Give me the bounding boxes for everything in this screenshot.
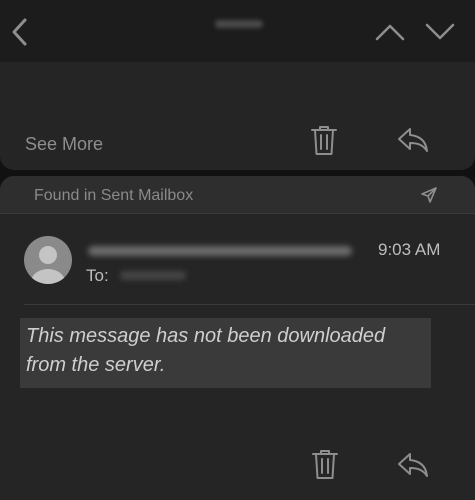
trash-icon[interactable] (310, 124, 338, 156)
redacted-recipient (120, 271, 186, 280)
paper-plane-icon (421, 187, 437, 203)
mailbox-label: Found in Sent Mailbox (34, 187, 194, 204)
redacted-sender (88, 246, 352, 256)
reply-icon[interactable] (396, 126, 430, 154)
to-label: To: (86, 266, 109, 285)
message-card: Found in Sent Mailbox To: 9:03 AM This m… (0, 176, 475, 500)
divider (24, 304, 475, 305)
redacted-title (215, 20, 263, 28)
avatar (24, 236, 72, 284)
previous-message-card: See More (0, 62, 475, 170)
see-more-button[interactable]: See More (25, 134, 103, 155)
person-icon (31, 246, 65, 284)
mailbox-header: Found in Sent Mailbox (0, 176, 475, 214)
message-text: This message has not been downloaded fro… (26, 325, 386, 376)
message-body[interactable]: This message has not been downloaded fro… (20, 318, 431, 388)
navigation-bar (0, 0, 475, 62)
trash-icon[interactable] (311, 448, 339, 480)
chevron-up-icon[interactable] (374, 20, 406, 44)
reply-icon[interactable] (396, 451, 430, 479)
chevron-left-icon[interactable] (8, 16, 32, 48)
message-time: 9:03 AM (378, 240, 441, 259)
chevron-down-icon[interactable] (424, 20, 456, 44)
